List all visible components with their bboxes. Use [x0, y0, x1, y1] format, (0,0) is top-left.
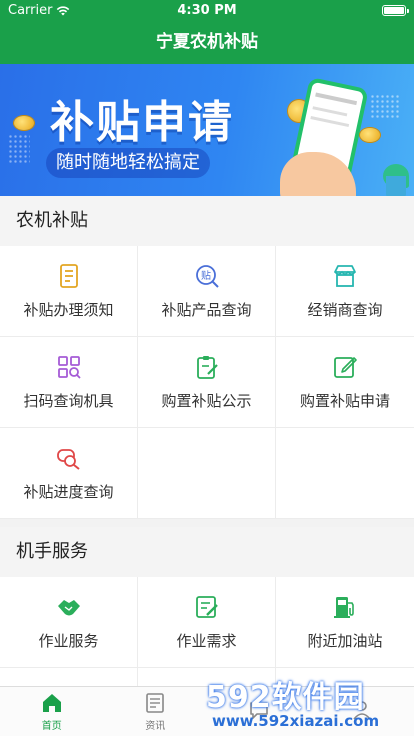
grid-item-label: 购置补贴申请 — [299, 391, 390, 410]
document-list-icon — [59, 263, 78, 288]
site-watermark: 592软件园 www.592xiazai.com — [206, 672, 414, 736]
banner-dots-decoration — [8, 134, 30, 164]
subsidy-grid: 补贴办理须知 贴 补贴产品查询 经销商查询 扫码查询机具 购置补贴公示 购置补贴… — [0, 246, 414, 519]
tab-label: 首页 — [41, 720, 62, 732]
grid-item-label: 作业服务 — [38, 631, 99, 650]
grid-item-work-demand[interactable]: 作业需求 — [138, 577, 276, 668]
tab-home[interactable]: 首页 — [0, 687, 104, 736]
grid-item-label: 作业需求 — [176, 631, 237, 650]
news-icon — [146, 692, 165, 713]
grid-item-label: 经销商查询 — [307, 300, 383, 319]
section-header-subsidy: 农机补贴 — [0, 196, 414, 246]
subsidy-search-icon: 贴 — [195, 264, 219, 288]
grid-item-gas-station[interactable]: 附近加油站 — [276, 577, 414, 668]
grid-item-subsidy-apply[interactable]: 购置补贴申请 — [276, 337, 414, 428]
tab-news[interactable]: 资讯 — [104, 687, 208, 736]
section-title: 机手服务 — [16, 541, 88, 562]
status-bar: Carrier 4:30 PM — [0, 0, 414, 20]
grid-item-progress-query[interactable]: 补贴进度查询 — [0, 428, 138, 519]
handshake-icon — [57, 599, 80, 615]
status-time: 4:30 PM — [177, 3, 237, 18]
grid-item-label: 补贴产品查询 — [161, 300, 252, 319]
grid-empty-cell — [138, 428, 276, 519]
banner-title: 补贴申请 — [50, 97, 234, 148]
grid-item-label: 补贴办理须知 — [23, 300, 114, 319]
banner-dots-decoration — [370, 94, 400, 118]
form-edit-icon — [334, 356, 357, 378]
clipboard-edit-icon — [196, 355, 218, 379]
grid-item-subsidy-guide[interactable]: 补贴办理须知 — [0, 246, 138, 337]
grid-item-label: 附近加油站 — [307, 631, 383, 650]
storefront-icon — [334, 264, 356, 287]
plant-pot-illustration — [386, 176, 406, 196]
svg-text:贴: 贴 — [201, 269, 211, 282]
grid-item-dealer-query[interactable]: 经销商查询 — [276, 246, 414, 337]
watermark-url: www.592xiazai.com — [212, 712, 380, 730]
grid-item-label: 购置补贴公示 — [161, 391, 252, 410]
grid-item-subsidy-publicity[interactable]: 购置补贴公示 — [138, 337, 276, 428]
grid-item-scan-query[interactable]: 扫码查询机具 — [0, 337, 138, 428]
tab-label: 资讯 — [145, 720, 166, 732]
grid-item-label: 补贴进度查询 — [23, 482, 114, 501]
fuel-pump-icon — [334, 596, 354, 618]
section-header-operator: 机手服务 — [0, 527, 414, 577]
grid-item-work-service[interactable]: 作业服务 — [0, 577, 138, 668]
nav-bar: 宁夏农机补贴 — [0, 20, 414, 64]
progress-search-icon — [56, 448, 80, 470]
coin-icon — [360, 128, 380, 142]
watermark-brand: 592软件园 — [206, 680, 365, 715]
home-icon — [42, 693, 61, 712]
grid-item-product-query[interactable]: 贴 补贴产品查询 — [138, 246, 276, 337]
scan-grid-icon — [57, 355, 81, 379]
banner-subtitle: 随时随地轻松搞定 — [46, 148, 210, 178]
section-title: 农机补贴 — [16, 210, 88, 231]
grid-empty-cell — [276, 428, 414, 519]
page-title: 宁夏农机补贴 — [156, 32, 258, 52]
coin-icon — [14, 116, 34, 130]
promo-banner[interactable]: 补贴申请 随时随地轻松搞定 — [0, 64, 414, 196]
grid-item-label: 扫码查询机具 — [23, 391, 114, 410]
battery-icon — [382, 5, 409, 16]
demand-note-icon — [195, 595, 218, 618]
